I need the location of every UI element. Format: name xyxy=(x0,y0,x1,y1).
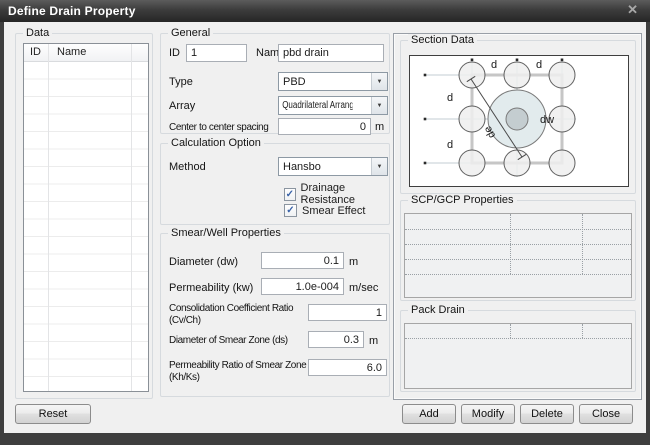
column-header-name[interactable]: Name xyxy=(57,46,86,58)
diameter-dw-label: Diameter (dw) xyxy=(169,256,238,268)
dialog-title: Define Drain Property xyxy=(0,4,136,18)
type-dropdown[interactable]: PBD ▼ xyxy=(278,72,388,91)
title-bar: Define Drain Property ✕ xyxy=(0,0,650,22)
d-label: d xyxy=(447,92,453,104)
scp-gcp-table[interactable] xyxy=(404,213,632,298)
scp-gcp-group: SCP/GCP Properties xyxy=(400,200,636,301)
close-button[interactable]: Close xyxy=(579,404,633,424)
array-label: Array xyxy=(169,100,195,112)
pack-drain-label: Pack Drain xyxy=(408,304,468,317)
chevron-down-icon[interactable]: ▼ xyxy=(371,158,387,175)
check-icon[interactable]: ✓ xyxy=(284,188,296,201)
delete-button[interactable]: Delete xyxy=(520,404,574,424)
smear-effect-label: Smear Effect xyxy=(302,205,365,217)
d-label: d xyxy=(491,59,497,71)
table-column-line xyxy=(510,214,511,274)
reset-button[interactable]: Reset xyxy=(15,404,91,424)
table-column-line xyxy=(582,214,583,274)
array-dropdown[interactable]: Quadrilateral Arrangement ▼ xyxy=(278,96,388,115)
well-circle xyxy=(506,108,528,130)
add-button[interactable]: Add xyxy=(402,404,456,424)
calculation-option-group: Calculation Option Method Hansbo ▼ ✓ Dra… xyxy=(160,143,390,225)
section-panel: Section Data xyxy=(393,33,642,400)
chevron-down-icon[interactable]: ▼ xyxy=(371,97,387,114)
array-dropdown-value: Quadrilateral Arrangement xyxy=(279,97,353,114)
type-dropdown-value: PBD xyxy=(279,73,371,90)
data-list-rows[interactable] xyxy=(24,62,148,391)
section-data-label: Section Data xyxy=(408,34,477,47)
pack-drain-group: Pack Drain xyxy=(400,310,636,392)
type-label: Type xyxy=(169,76,193,88)
define-drain-property-dialog: Define Drain Property ✕ Data ID Name Res… xyxy=(0,0,650,445)
drainage-resistance-checkbox[interactable]: ✓ Drainage Resistance xyxy=(284,182,389,206)
section-data-group: Section Data xyxy=(400,40,636,194)
id-field[interactable]: 1 xyxy=(186,44,247,62)
dialog-body: Data ID Name Reset General ID 1 Name pbd… xyxy=(4,22,646,433)
table-row-line xyxy=(405,229,631,230)
smear-effect-checkbox[interactable]: ✓ Smear Effect xyxy=(284,204,365,217)
close-icon[interactable]: ✕ xyxy=(627,2,638,18)
consolidation-ratio-field[interactable]: 1 xyxy=(308,304,387,321)
smear-zone-diameter-field[interactable]: 0.3 xyxy=(308,331,364,348)
modify-button[interactable]: Modify xyxy=(461,404,515,424)
spacing-unit: m xyxy=(375,121,384,133)
column-header-id[interactable]: ID xyxy=(30,46,41,58)
smear-zone-permeability-ratio-label: Permeability Ratio of Smear Zone (Kh/Ks) xyxy=(169,360,307,384)
table-column-line xyxy=(582,324,583,338)
table-row-line xyxy=(405,244,631,245)
d-label: d xyxy=(536,59,542,71)
consolidation-ratio-label: Consolidation Coefficient Ratio (Cv/Ch) xyxy=(169,303,307,327)
check-icon[interactable]: ✓ xyxy=(284,204,297,217)
column-separator xyxy=(131,44,132,391)
scp-gcp-label: SCP/GCP Properties xyxy=(408,194,517,207)
diameter-dw-unit: m xyxy=(349,256,358,268)
smear-zone-diameter-unit: m xyxy=(369,335,378,347)
permeability-kw-field[interactable]: 1.0e-004 xyxy=(261,278,344,295)
smear-well-group-label: Smear/Well Properties xyxy=(168,227,284,240)
drain-arrangement-diagram: d d d d dw de xyxy=(409,55,629,187)
permeability-kw-label: Permeability (kw) xyxy=(169,282,253,294)
table-row-line xyxy=(405,338,631,339)
diameter-dw-field[interactable]: 0.1 xyxy=(261,252,344,269)
data-list[interactable]: ID Name xyxy=(23,43,149,392)
column-separator xyxy=(48,44,49,391)
d-label: d xyxy=(447,139,453,151)
general-group-label: General xyxy=(168,27,213,40)
smear-zone-diameter-label: Diameter of Smear Zone (ds) xyxy=(169,335,288,347)
method-dropdown[interactable]: Hansbo ▼ xyxy=(278,157,388,176)
diagram-svg: d d d d dw de xyxy=(410,56,628,186)
calculation-group-label: Calculation Option xyxy=(168,137,264,150)
pack-drain-table[interactable] xyxy=(404,323,632,389)
smear-zone-permeability-ratio-field[interactable]: 6.0 xyxy=(308,359,387,376)
drainage-resistance-label: Drainage Resistance xyxy=(301,182,389,206)
table-column-line xyxy=(510,324,511,338)
spacing-field[interactable]: 0 xyxy=(278,118,371,135)
name-field[interactable]: pbd drain xyxy=(278,44,384,62)
method-label: Method xyxy=(169,161,206,173)
dw-label: dw xyxy=(540,114,554,126)
permeability-kw-unit: m/sec xyxy=(349,282,378,294)
general-group: General ID 1 Name pbd drain Type PBD ▼ A… xyxy=(160,33,390,134)
method-dropdown-value: Hansbo xyxy=(279,158,371,175)
table-row-line xyxy=(405,274,631,275)
spacing-label: Center to center spacing xyxy=(169,122,268,134)
id-label: ID xyxy=(169,47,180,59)
chevron-down-icon[interactable]: ▼ xyxy=(371,73,387,90)
data-list-header[interactable]: ID Name xyxy=(24,44,148,62)
smear-well-group: Smear/Well Properties Diameter (dw) 0.1 … xyxy=(160,233,390,397)
table-row-line xyxy=(405,259,631,260)
data-group-label: Data xyxy=(23,27,52,40)
